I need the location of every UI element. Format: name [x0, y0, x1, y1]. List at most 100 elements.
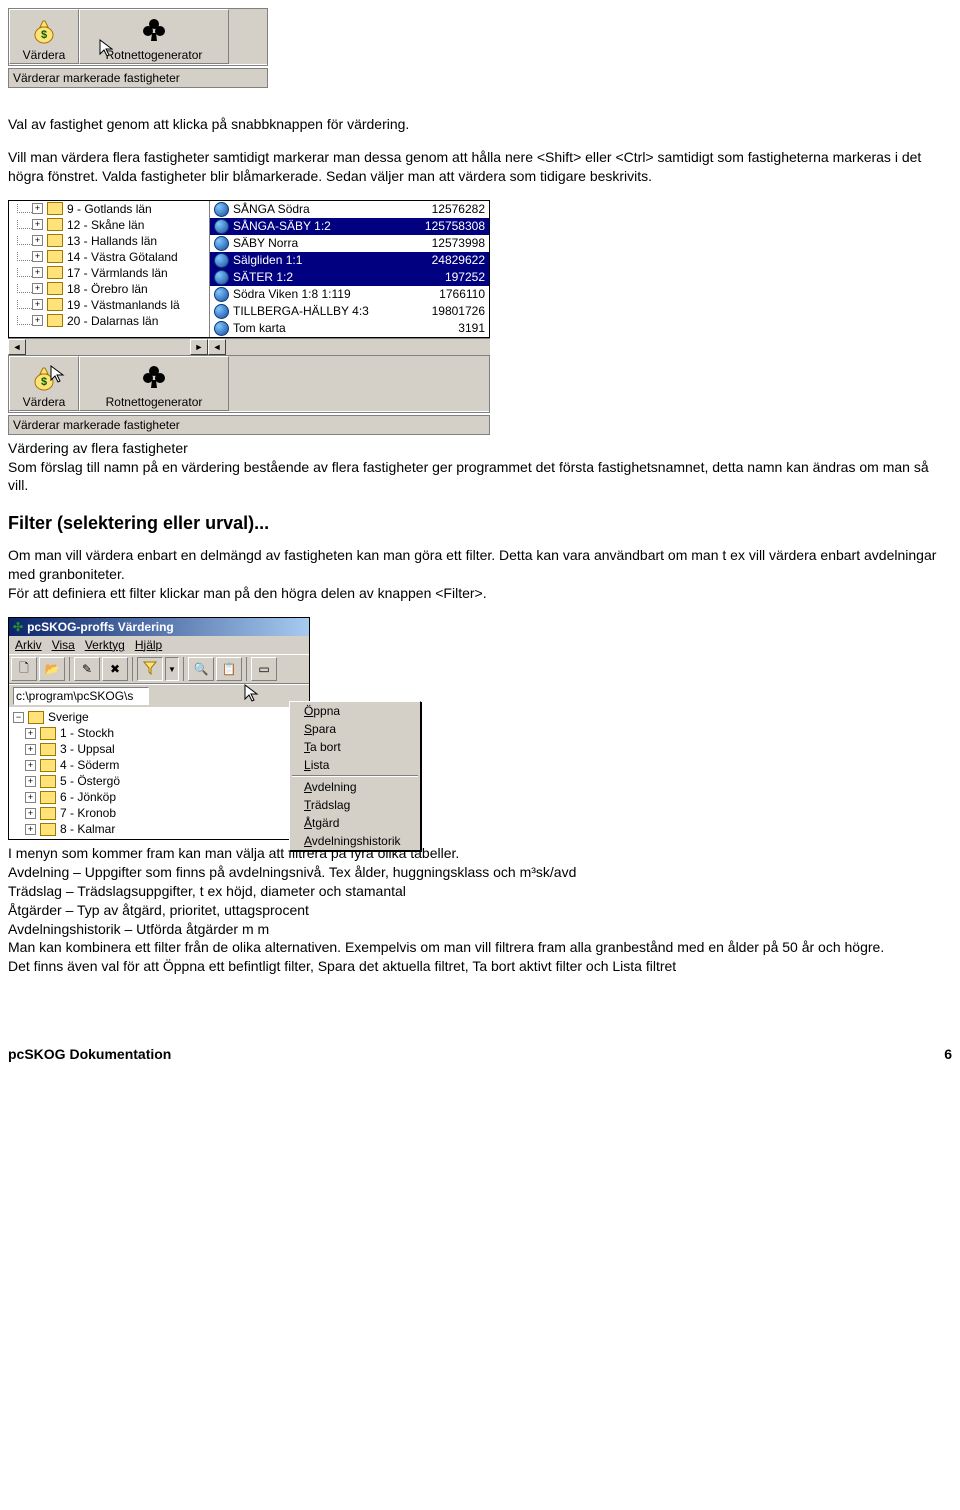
menu-option[interactable]: Åtgärd — [290, 814, 420, 832]
tree-root-label: Sverige — [48, 710, 89, 724]
expand-icon[interactable]: + — [25, 776, 36, 787]
menu-visa[interactable]: Visa — [52, 638, 75, 652]
item-name: Sälgliden 1:1 — [233, 253, 432, 267]
item-name: SÄBY Norra — [233, 236, 432, 250]
toolbar-fragment-1: $ Värdera Rotnettogenerator Värderar mar… — [8, 8, 268, 111]
tree-label: 5 - Östergö — [60, 774, 120, 788]
item-value: 19801726 — [432, 304, 485, 318]
vardera-label: Värdera — [23, 48, 66, 62]
tree-item[interactable]: +17 - Värmlands län — [9, 265, 209, 281]
tree-item[interactable]: +8 - Kalmar — [11, 821, 307, 837]
rotnetto-label: Rotnettogenerator — [106, 48, 203, 62]
list-item[interactable]: SÄTER 1:2197252 — [210, 269, 489, 286]
menu-option[interactable]: Avdelning — [290, 778, 420, 796]
window-title-bar: ✣ pcSKOG-proffs Värdering — [9, 618, 309, 636]
app-icon: ✣ — [13, 620, 23, 634]
expand-icon[interactable]: + — [32, 203, 43, 214]
expand-icon[interactable]: + — [25, 792, 36, 803]
vardera-label: Värdera — [23, 395, 66, 409]
list-item[interactable]: Tom karta3191 — [210, 320, 489, 337]
item-value: 125758308 — [425, 219, 485, 233]
item-name: SÅNGA-SÄBY 1:2 — [233, 219, 425, 233]
expand-icon[interactable]: + — [32, 267, 43, 278]
menu-option[interactable]: Trädslag — [290, 796, 420, 814]
menu-bar[interactable]: Arkiv Visa Verktyg Hjälp — [9, 636, 309, 654]
tree-item[interactable]: +7 - Kronob — [11, 805, 307, 821]
tree-label: 19 - Västmanlands lä — [67, 298, 180, 312]
open-folder-button[interactable]: 📂 — [39, 657, 65, 681]
expand-icon[interactable]: + — [25, 760, 36, 771]
tree-item[interactable]: +5 - Östergö — [11, 773, 307, 789]
tree-item[interactable]: +18 - Örebro län — [9, 281, 209, 297]
list-item[interactable]: Sälgliden 1:124829622 — [210, 252, 489, 269]
expand-icon[interactable]: + — [32, 299, 43, 310]
path-input[interactable] — [13, 687, 149, 705]
folder-icon — [47, 282, 63, 295]
paragraph-5: I menyn som kommer fram kan man välja at… — [8, 844, 952, 976]
list-item[interactable]: Södra Viken 1:8 1:1191766110 — [210, 286, 489, 303]
list-item[interactable]: SÅNGA Södra12576282 — [210, 201, 489, 218]
tree-item[interactable]: +14 - Västra Götaland — [9, 249, 209, 265]
expand-icon[interactable]: + — [32, 315, 43, 326]
delete-icon: ✖ — [110, 662, 120, 676]
filter-dropdown-button[interactable]: ▼ — [165, 657, 179, 681]
menu-option[interactable]: Ta bort — [290, 738, 420, 756]
funnel-icon — [143, 661, 157, 678]
status-text: Värderar markerade fastigheter — [8, 415, 490, 435]
footer-page-number: 6 — [944, 1046, 952, 1062]
tool-button-2[interactable]: ▭ — [251, 657, 277, 681]
rotnetto-button[interactable]: Rotnettogenerator — [79, 356, 229, 411]
new-file-button[interactable]: 🗋 — [11, 657, 37, 681]
collapse-icon[interactable]: − — [13, 712, 24, 723]
region-tree[interactable]: − Sverige +1 - Stockh+3 - Uppsal+4 - Söd… — [9, 707, 309, 839]
scroll-left-icon[interactable]: ◄ — [8, 339, 26, 355]
list-item[interactable]: TILLBERGA-HÄLLBY 4:319801726 — [210, 303, 489, 320]
scroll-right-icon[interactable]: ► — [190, 339, 208, 355]
menu-option[interactable]: Lista — [290, 756, 420, 774]
tree-item[interactable]: +12 - Skåne län — [9, 217, 209, 233]
tree-item[interactable]: +19 - Västmanlands lä — [9, 297, 209, 313]
tree-h-scrollbar[interactable]: ◄ ► — [8, 338, 208, 355]
filter-button[interactable] — [137, 657, 163, 681]
scroll-left-icon[interactable]: ◄ — [208, 339, 226, 355]
folder-icon — [47, 202, 63, 215]
tree-item[interactable]: +20 - Dalarnas län — [9, 313, 209, 329]
tree-item[interactable]: +13 - Hallands län — [9, 233, 209, 249]
property-list[interactable]: SÅNGA Södra12576282SÅNGA-SÄBY 1:21257583… — [210, 201, 489, 337]
expand-icon[interactable]: + — [25, 808, 36, 819]
tree-item[interactable]: +3 - Uppsal — [11, 741, 307, 757]
tree-item[interactable]: +4 - Söderm — [11, 757, 307, 773]
menu-arkiv[interactable]: Arkiv — [15, 638, 42, 652]
expand-icon[interactable]: + — [32, 235, 43, 246]
list-h-scrollbar[interactable]: ◄ — [208, 338, 490, 355]
list-item[interactable]: SÄBY Norra12573998 — [210, 235, 489, 252]
menu-hjälp[interactable]: Hjälp — [135, 638, 162, 652]
expand-icon[interactable]: + — [32, 283, 43, 294]
search-button[interactable]: 🔍 — [188, 657, 214, 681]
menu-verktyg[interactable]: Verktyg — [85, 638, 125, 652]
tree-label: 7 - Kronob — [60, 806, 116, 820]
item-value: 24829622 — [432, 253, 485, 267]
tree-item[interactable]: +1 - Stockh — [11, 725, 307, 741]
expand-icon[interactable]: + — [32, 219, 43, 230]
expand-icon[interactable]: + — [25, 824, 36, 835]
properties-button[interactable]: 📋 — [216, 657, 242, 681]
tree-item[interactable]: +9 - Gotlands län — [9, 201, 209, 217]
paragraph-3: Värdering av flera fastigheter Som försl… — [8, 439, 952, 496]
expand-icon[interactable]: + — [32, 251, 43, 262]
tree-label: 6 - Jönköp — [60, 790, 116, 804]
menu-option[interactable]: Öppna — [290, 702, 420, 720]
menu-option[interactable]: Spara — [290, 720, 420, 738]
tool-button-1[interactable]: ✎ — [74, 657, 100, 681]
tree-item[interactable]: +6 - Jönköp — [11, 789, 307, 805]
menu-option[interactable]: Avdelningshistorik — [290, 832, 420, 850]
delete-button[interactable]: ✖ — [102, 657, 128, 681]
multi-select-screenshot: +9 - Gotlands län+12 - Skåne län+13 - Ha… — [8, 200, 952, 435]
list-item[interactable]: SÅNGA-SÄBY 1:2125758308 — [210, 218, 489, 235]
expand-icon[interactable]: + — [25, 728, 36, 739]
globe-icon — [214, 253, 229, 268]
vardera-button[interactable]: $ Värdera — [9, 9, 79, 64]
tree-label: 4 - Söderm — [60, 758, 119, 772]
county-tree[interactable]: +9 - Gotlands län+12 - Skåne län+13 - Ha… — [9, 201, 210, 337]
expand-icon[interactable]: + — [25, 744, 36, 755]
